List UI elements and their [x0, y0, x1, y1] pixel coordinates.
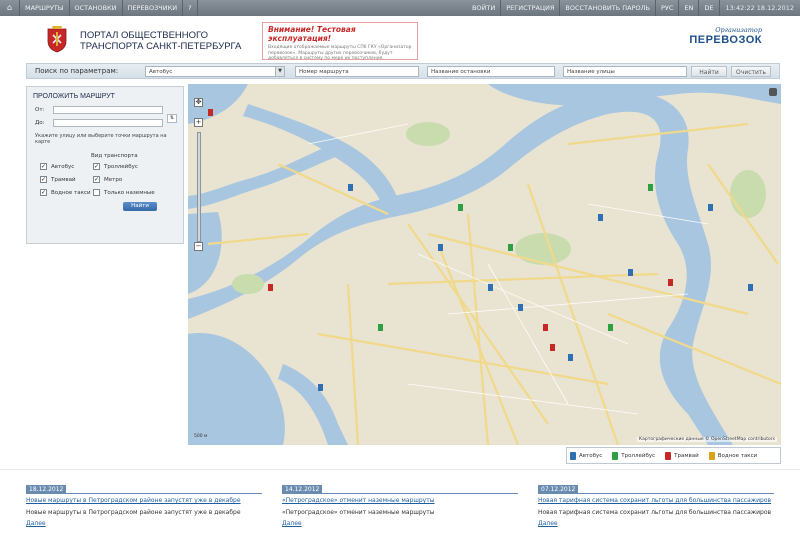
nav-stops[interactable]: ОСТАНОВКИ	[70, 0, 123, 16]
nav-login[interactable]: ВОЙТИ	[467, 0, 502, 16]
nav-register[interactable]: РЕГИСТРАЦИЯ	[501, 0, 561, 16]
notice-text: Входящие отображаемые маршруты СПб ГКУ «…	[268, 45, 412, 61]
news-item: 18.12.2012 Новые маршруты в Петроградско…	[26, 485, 262, 527]
transport-type-select[interactable]: Автобус ▼	[145, 66, 285, 77]
map-canvas	[188, 84, 781, 445]
map-legend: Автобус Троллейбус Трамвай Водное такси	[566, 447, 781, 464]
checkbox-metro-label: Метро	[104, 177, 123, 183]
checkbox-bus-label: Автобус	[51, 164, 75, 170]
checkbox-metro[interactable]: ✓	[93, 176, 100, 183]
swap-icon[interactable]: ⇅	[167, 114, 177, 123]
legend-trolleybus: Троллейбус	[612, 451, 655, 460]
bus-icon	[570, 451, 576, 460]
route-planner-panel: ПРОЛОЖИТЬ МАРШРУТ От: До: ⇅ Укажите улиц…	[26, 86, 184, 244]
lang-en[interactable]: EN	[679, 0, 700, 16]
route-planner-title: ПРОЛОЖИТЬ МАРШРУТ	[33, 93, 115, 100]
news-item: 14.12.2012 «Петроградское» отменит назем…	[282, 485, 518, 527]
transport-type-header: Вид транспорта	[91, 153, 138, 159]
route-number-input[interactable]: Номер маршрута	[295, 66, 419, 77]
checkbox-ground-only[interactable]	[93, 189, 100, 196]
news-text: Новая тарифная система сохранит льготы д…	[538, 509, 772, 516]
news-headline-link[interactable]: Новые маршруты в Петроградском районе за…	[26, 497, 262, 505]
checkbox-water-taxi-label: Водное такси	[51, 190, 91, 196]
checkbox-tram[interactable]: ✓	[40, 176, 47, 183]
logo-top-text: Организатор	[715, 26, 762, 34]
news-headline-link[interactable]: «Петроградское» отменит наземные маршрут…	[282, 497, 518, 505]
nav-restore-password[interactable]: ВОССТАНОВИТЬ ПАРОЛЬ	[560, 0, 656, 16]
pan-control-icon[interactable]: ✥	[194, 98, 203, 107]
test-notice: Внимание! Тестовая эксплуатация! Входящи…	[262, 22, 418, 61]
nav-help[interactable]: ?	[183, 0, 198, 16]
stop-name-input[interactable]: Название остановки	[427, 66, 555, 77]
from-input[interactable]	[53, 106, 163, 114]
header: ПОРТАЛ ОБЩЕСТВЕННОГО ТРАНСПОРТА САНКТ-ПЕ…	[0, 16, 800, 62]
portal-title: ПОРТАЛ ОБЩЕСТВЕННОГО ТРАНСПОРТА САНКТ-ПЕ…	[80, 30, 242, 52]
legend-tram: Трамвай	[665, 451, 699, 460]
checkbox-trolleybus-label: Троллейбус	[104, 164, 138, 170]
coat-of-arms-icon	[47, 26, 67, 53]
checkbox-water-taxi[interactable]: ✓	[40, 189, 47, 196]
news-more-link[interactable]: Далее	[26, 520, 262, 527]
checkbox-trolleybus[interactable]: ✓	[93, 163, 100, 170]
news-date: 07.12.2012	[538, 485, 579, 494]
news-divider	[0, 469, 800, 470]
map-scale: 500 м	[194, 434, 208, 439]
search-find-button[interactable]: Найти	[691, 66, 727, 77]
news-date: 14.12.2012	[282, 485, 323, 494]
checkbox-bus[interactable]: ✓	[40, 163, 47, 170]
news-item: 07.12.2012 Новая тарифная система сохран…	[538, 485, 774, 527]
news-headline-link[interactable]: Новая тарифная система сохранит льготы д…	[538, 497, 774, 505]
search-bar: Поиск по параметрам: Автобус ▼ Номер мар…	[26, 63, 780, 79]
lang-de[interactable]: DE	[699, 0, 720, 16]
lang-ru[interactable]: РУС	[656, 0, 680, 16]
from-label: От:	[35, 107, 45, 113]
tram-icon	[665, 451, 672, 460]
chevron-down-icon: ▼	[275, 67, 284, 76]
news-text: «Петроградское» отменит наземные маршрут…	[282, 509, 435, 516]
nav-carriers[interactable]: ПЕРЕВОЗЧИКИ	[123, 0, 184, 16]
top-navigation: ⌂ МАРШРУТЫ ОСТАНОВКИ ПЕРЕВОЗЧИКИ ? ВОЙТИ…	[0, 0, 800, 16]
map-copyright: Картографические данные © OpenStreetMap …	[636, 437, 777, 442]
zoom-out-icon[interactable]: −	[194, 242, 203, 251]
checkbox-tram-label: Трамвай	[51, 177, 76, 183]
notice-title: Внимание! Тестовая эксплуатация!	[268, 25, 356, 43]
logo-main-text: ПЕРЕВОЗОК	[689, 34, 762, 46]
to-input[interactable]	[53, 119, 163, 127]
zoom-slider[interactable]	[197, 132, 201, 242]
home-icon[interactable]: ⌂	[0, 0, 20, 16]
layers-icon[interactable]	[769, 88, 777, 96]
datetime: 13:42:22 18.12.2012	[725, 4, 794, 12]
nav-routes[interactable]: МАРШРУТЫ	[20, 0, 70, 16]
street-name-input[interactable]: Название улицы	[563, 66, 687, 77]
zoom-in-icon[interactable]: +	[194, 118, 203, 127]
city-map[interactable]: ✥ + − 500 м Картографические данные © Op…	[188, 84, 781, 445]
legend-water-taxi: Водное такси	[708, 451, 757, 460]
route-find-button[interactable]: Найти	[123, 202, 157, 211]
water-taxi-icon	[708, 451, 715, 460]
organizer-logo[interactable]: Организатор ПЕРЕВОЗОК	[688, 26, 762, 54]
news-text: Новые маршруты в Петроградском районе за…	[26, 509, 241, 516]
trolleybus-icon	[612, 451, 619, 460]
checkbox-ground-only-label: Только наземные	[104, 190, 155, 196]
news-more-link[interactable]: Далее	[282, 520, 518, 527]
news-date: 18.12.2012	[26, 485, 67, 494]
search-clear-button[interactable]: Очистить	[731, 66, 771, 77]
to-label: До:	[35, 120, 45, 126]
legend-bus: Автобус	[570, 451, 602, 460]
news-more-link[interactable]: Далее	[538, 520, 774, 527]
route-hint: Укажите улицу или выберите точки маршрут…	[35, 133, 167, 145]
search-label: Поиск по параметрам:	[35, 67, 119, 75]
